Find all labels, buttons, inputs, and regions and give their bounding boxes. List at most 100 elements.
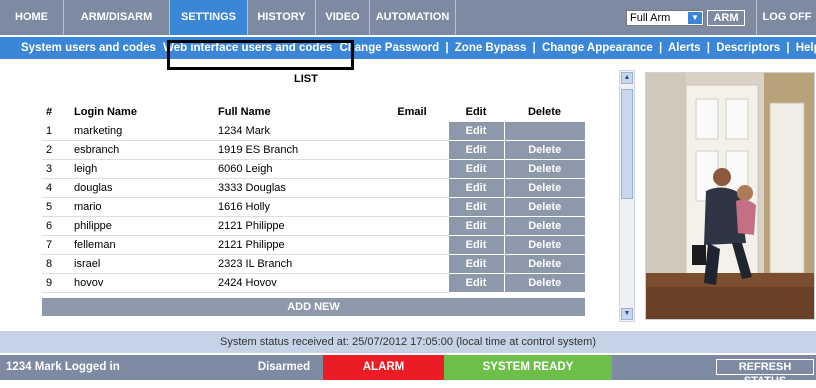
- delete-button: [503, 122, 585, 141]
- chevron-down-icon: ▼: [688, 12, 702, 24]
- subnav-separator: |: [706, 42, 710, 54]
- subnav-system-users[interactable]: System users and codes: [21, 42, 156, 54]
- tab-arm-disarm[interactable]: ARM/DISARM: [64, 0, 170, 35]
- edit-button[interactable]: Edit: [447, 197, 504, 217]
- user-number: 5: [42, 197, 70, 217]
- delete-button[interactable]: Delete: [503, 273, 585, 293]
- arm-state-badge: Disarmed: [257, 361, 311, 373]
- refresh-status-button[interactable]: REFRESH STATUS: [716, 359, 814, 387]
- user-full-name: 3333 Douglas: [214, 178, 376, 198]
- subnav-descriptors[interactable]: Descriptors: [716, 42, 780, 54]
- tab-video[interactable]: VIDEO: [316, 0, 370, 35]
- edit-button[interactable]: Edit: [447, 122, 504, 141]
- user-login-name: marketing: [70, 122, 214, 141]
- subnav-alerts[interactable]: Alerts: [668, 42, 701, 54]
- user-email: [376, 140, 448, 160]
- table-row: 9 hovov 2424 Hovov Edit Delete: [42, 273, 585, 293]
- top-nav: HOME ARM/DISARM SETTINGS HISTORY VIDEO A…: [0, 0, 816, 35]
- logoff-button[interactable]: LOG OFF: [756, 0, 816, 35]
- delete-button[interactable]: Delete: [503, 216, 585, 236]
- table-row: 3 leigh 6060 Leigh Edit Delete: [42, 159, 585, 179]
- home-photo: [645, 72, 815, 320]
- tab-home[interactable]: HOME: [0, 0, 64, 35]
- selection-highlight-box: [167, 40, 354, 70]
- table-row: 5 mario 1616 Holly Edit Delete: [42, 197, 585, 217]
- list-scrollbar[interactable]: ▲ ▼: [619, 70, 635, 322]
- delete-button[interactable]: Delete: [503, 254, 585, 274]
- col-header-delete: Delete: [527, 106, 562, 118]
- logged-in-user: 1234 Mark Logged in: [6, 361, 120, 373]
- user-email: [376, 122, 448, 141]
- subnav-separator: |: [445, 42, 449, 54]
- user-number: 7: [42, 235, 70, 255]
- user-full-name: 1234 Mark: [214, 122, 376, 141]
- user-full-name: 2323 IL Branch: [214, 254, 376, 274]
- system-ready-badge: SYSTEM READY: [444, 355, 612, 380]
- table-row: 1 marketing 1234 Mark Edit: [42, 122, 585, 141]
- user-full-name: 2121 Philippe: [214, 216, 376, 236]
- user-email: [376, 235, 448, 255]
- user-full-name: 1919 ES Branch: [214, 140, 376, 160]
- user-email: [376, 197, 448, 217]
- scroll-up-icon[interactable]: ▲: [621, 72, 633, 84]
- user-login-name: mario: [70, 197, 214, 217]
- user-full-name: 2121 Philippe: [214, 235, 376, 255]
- web-users-table: # Login Name Full Name Email Edit Delete…: [42, 102, 585, 293]
- user-email: [376, 159, 448, 179]
- edit-button[interactable]: Edit: [447, 178, 504, 198]
- col-header-fullname: Full Name: [218, 106, 271, 118]
- delete-button[interactable]: Delete: [503, 178, 585, 198]
- col-header-number: #: [46, 106, 53, 118]
- subnav-change-appearance[interactable]: Change Appearance: [542, 42, 653, 54]
- user-login-name: felleman: [70, 235, 214, 255]
- status-bar: 1234 Mark Logged in Disarmed ALARM SYSTE…: [0, 355, 816, 387]
- family-at-door-image: [646, 73, 814, 319]
- scroll-thumb[interactable]: [621, 89, 633, 199]
- user-login-name: leigh: [70, 159, 214, 179]
- delete-button[interactable]: Delete: [503, 235, 585, 255]
- edit-button[interactable]: Edit: [447, 140, 504, 160]
- user-number: 6: [42, 216, 70, 236]
- table-header-row: # Login Name Full Name Email Edit Delete: [42, 102, 585, 122]
- arm-button[interactable]: ARM: [707, 10, 745, 26]
- edit-button[interactable]: Edit: [447, 254, 504, 274]
- subnav-change-password[interactable]: Change Password: [339, 42, 439, 54]
- edit-button[interactable]: Edit: [447, 235, 504, 255]
- table-row: 7 felleman 2121 Philippe Edit Delete: [42, 235, 585, 255]
- delete-button[interactable]: Delete: [503, 140, 585, 160]
- col-header-email: Email: [397, 106, 427, 118]
- tab-history[interactable]: HISTORY: [248, 0, 316, 35]
- arm-mode-select[interactable]: Full Arm ▼: [626, 10, 704, 26]
- user-number: 2: [42, 140, 70, 160]
- edit-button[interactable]: Edit: [447, 216, 504, 236]
- delete-button[interactable]: Delete: [503, 159, 585, 179]
- edit-button[interactable]: Edit: [447, 273, 504, 293]
- tab-automation[interactable]: AUTOMATION: [370, 0, 456, 35]
- edit-button[interactable]: Edit: [447, 159, 504, 179]
- user-full-name: 1616 Holly: [214, 197, 376, 217]
- user-number: 1: [42, 122, 70, 141]
- user-email: [376, 273, 448, 293]
- tab-settings[interactable]: SETTINGS: [170, 0, 248, 35]
- subnav-separator: |: [786, 42, 790, 54]
- user-full-name: 2424 Hovov: [214, 273, 376, 293]
- table-row: 2 esbranch 1919 ES Branch Edit Delete: [42, 140, 585, 160]
- table-row: 4 douglas 3333 Douglas Edit Delete: [42, 178, 585, 198]
- user-login-name: israel: [70, 254, 214, 274]
- table-row: 6 philippe 2121 Philippe Edit Delete: [42, 216, 585, 236]
- add-new-button[interactable]: ADD NEW: [42, 298, 585, 316]
- user-login-name: philippe: [70, 216, 214, 236]
- user-email: [376, 254, 448, 274]
- alarm-status-badge: ALARM: [323, 355, 444, 380]
- subnav-help[interactable]: Help: [796, 42, 816, 54]
- col-header-login: Login Name: [74, 106, 137, 118]
- subnav-zone-bypass[interactable]: Zone Bypass: [455, 42, 527, 54]
- subnav-separator: |: [658, 42, 663, 54]
- arm-mode-value: Full Arm: [630, 12, 671, 24]
- settings-subnav: System users and codes Web interface use…: [0, 37, 816, 59]
- user-number: 8: [42, 254, 70, 274]
- status-received-text: System status received at: 25/07/2012 17…: [0, 331, 816, 353]
- delete-button[interactable]: Delete: [503, 197, 585, 217]
- scroll-down-icon[interactable]: ▼: [621, 308, 633, 320]
- user-email: [376, 178, 448, 198]
